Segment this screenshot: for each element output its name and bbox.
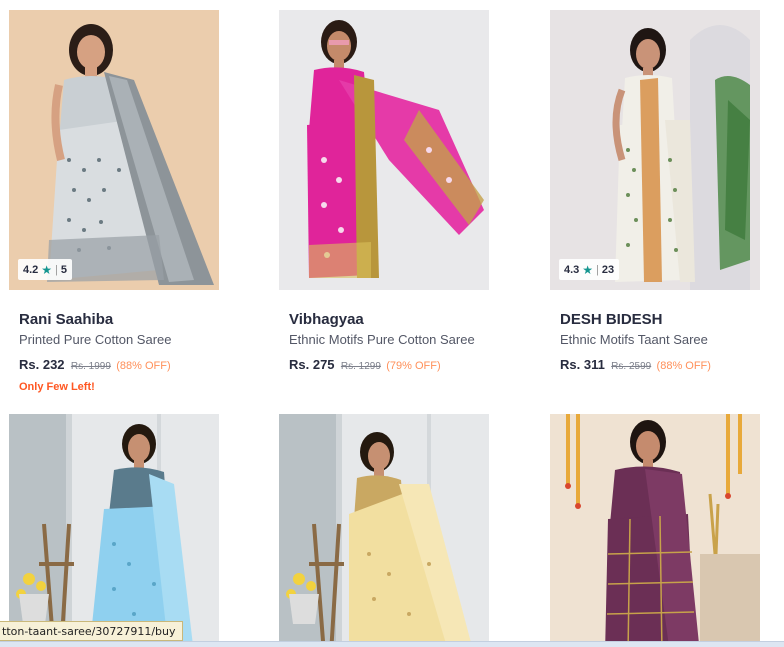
star-icon: ★ bbox=[582, 262, 594, 277]
rating-value: 4.2 bbox=[23, 263, 39, 276]
star-icon: ★ bbox=[41, 262, 53, 277]
rating-count: 5 bbox=[60, 263, 68, 276]
product-discount: (88% OFF) bbox=[116, 360, 171, 372]
window-bottom-edge bbox=[0, 641, 784, 647]
product-brand[interactable]: Rani Saahiba bbox=[19, 311, 113, 328]
rating-badge: 4.2 ★ | 5 bbox=[18, 259, 73, 280]
product-brand[interactable]: DESH BIDESH bbox=[560, 311, 663, 328]
stock-badge: Only Few Left! bbox=[19, 381, 95, 393]
rating-badge: 4.3 ★ | 23 bbox=[559, 259, 620, 280]
product-mrp: Rs. 1299 bbox=[340, 361, 381, 372]
product-image[interactable] bbox=[279, 414, 489, 647]
product-image[interactable] bbox=[9, 414, 219, 647]
price-row: Rs. 232 Rs. 1999 (88% OFF) bbox=[19, 357, 171, 372]
product-image[interactable] bbox=[550, 414, 760, 647]
product-mrp: Rs. 1999 bbox=[70, 361, 111, 372]
price-row: Rs. 275 Rs. 1299 (79% OFF) bbox=[289, 357, 441, 372]
product-image[interactable] bbox=[550, 10, 760, 290]
product-grid: 4.2 ★ | 5 Rani Saahiba Printed Pure Cott… bbox=[0, 0, 784, 647]
rating-value: 4.3 bbox=[564, 263, 580, 276]
rating-count: 23 bbox=[601, 263, 615, 276]
product-discount: (88% OFF) bbox=[656, 360, 711, 372]
product-brand[interactable]: Vibhagyaa bbox=[289, 311, 364, 328]
product-image[interactable] bbox=[9, 10, 219, 290]
rating-separator: | bbox=[596, 263, 599, 276]
product-price: Rs. 275 bbox=[289, 357, 335, 372]
rating-separator: | bbox=[55, 263, 58, 276]
product-price: Rs. 311 bbox=[560, 357, 605, 372]
product-title[interactable]: Ethnic Motifs Pure Cotton Saree bbox=[289, 332, 489, 347]
product-image[interactable] bbox=[279, 10, 489, 290]
product-title[interactable]: Ethnic Motifs Taant Saree bbox=[560, 332, 760, 347]
price-row: Rs. 311 Rs. 2599 (88% OFF) bbox=[560, 357, 711, 372]
product-price: Rs. 232 bbox=[19, 357, 65, 372]
product-title[interactable]: Printed Pure Cotton Saree bbox=[19, 332, 219, 347]
product-discount: (79% OFF) bbox=[386, 360, 441, 372]
status-bar-url: tton-taant-saree/30727911/buy bbox=[0, 621, 183, 641]
product-mrp: Rs. 2599 bbox=[611, 361, 652, 372]
